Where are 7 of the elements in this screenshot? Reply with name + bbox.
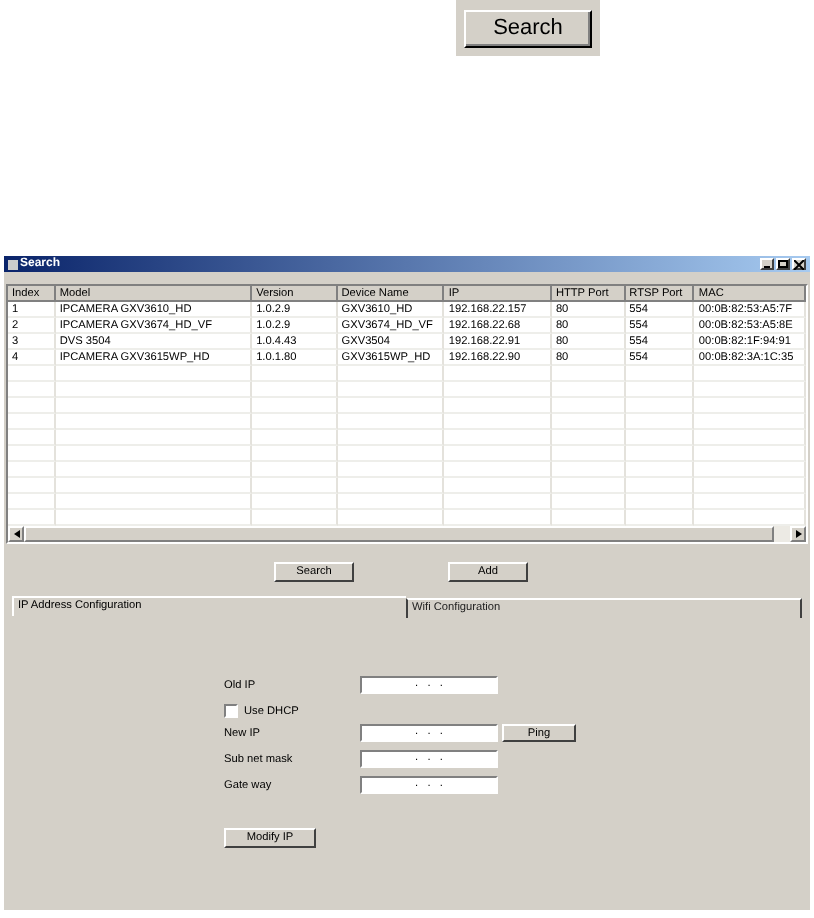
close-button[interactable] [792,258,806,270]
maximize-button[interactable] [776,258,790,270]
scroll-right-arrow-icon[interactable] [790,526,806,542]
minimize-button[interactable] [760,258,774,270]
use-dhcp-checkbox[interactable] [224,704,238,718]
search-button[interactable]: Search [464,9,592,47]
scroll-left-arrow-icon[interactable] [8,526,24,542]
